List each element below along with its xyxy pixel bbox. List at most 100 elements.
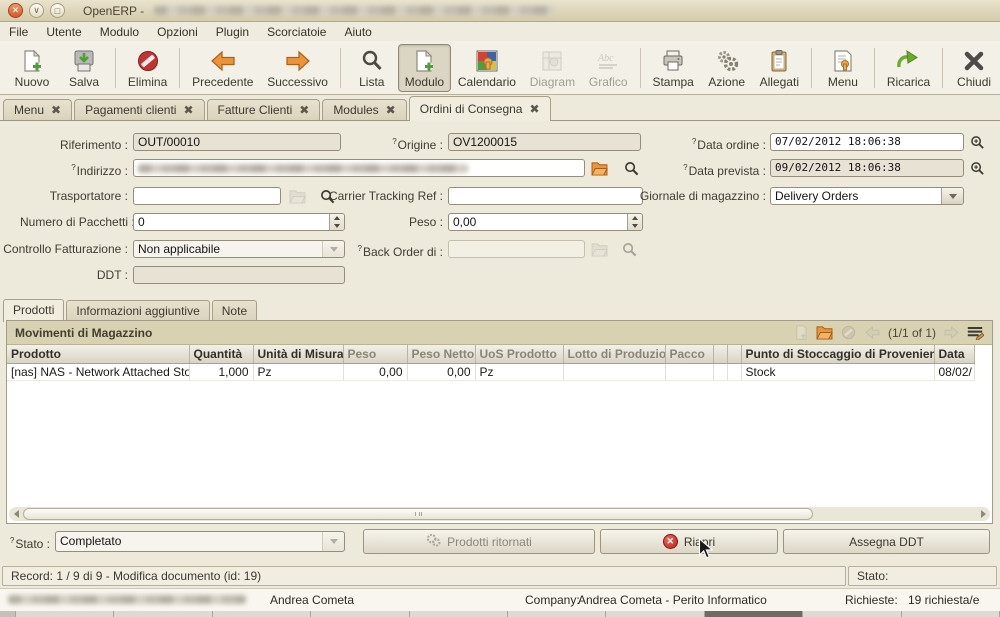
open-record-icon[interactable]: [816, 325, 834, 341]
column-header[interactable]: Quantità: [189, 345, 253, 364]
toolbar-button-chiudi[interactable]: Chiudi: [948, 44, 1000, 92]
tab-close-icon[interactable]: ✖: [299, 104, 309, 116]
indirizzo-field[interactable]: [133, 159, 585, 177]
column-header[interactable]: Punto di Stoccaggio di Provenienza: [741, 345, 934, 364]
toolbar-button-elimina[interactable]: Elimina: [121, 44, 174, 92]
scroll-right-icon[interactable]: [976, 510, 990, 518]
switch-view-icon[interactable]: [966, 325, 984, 341]
toolbar-button-nuovo[interactable]: Nuovo: [6, 44, 58, 92]
taskbar-item[interactable]: [16, 611, 114, 617]
new-record-icon: [792, 325, 810, 341]
toolbar-separator: [811, 48, 812, 88]
toolbar-button-allegati[interactable]: Allegati: [753, 44, 806, 92]
controllo-fatturazione-label: Controllo Fatturazione :: [0, 240, 128, 258]
prodotti-ritornati-button[interactable]: Prodotti ritornati: [363, 529, 595, 554]
toolbar-button-menu[interactable]: Menu: [817, 44, 869, 92]
tab-close-icon[interactable]: ✖: [51, 104, 61, 116]
taskbar-item[interactable]: [114, 611, 212, 617]
column-header[interactable]: Pacco: [665, 345, 713, 364]
taskbar-item-active[interactable]: [705, 611, 803, 617]
toolbar-button-stampa[interactable]: Stampa: [646, 44, 701, 92]
toolbar-button-salva[interactable]: Salva: [58, 44, 110, 92]
menu-plugin[interactable]: Plugin: [207, 23, 258, 41]
delete-icon: [136, 47, 160, 73]
gears-icon: [715, 47, 739, 73]
peso-stepper[interactable]: 0,00: [448, 213, 643, 231]
taskbar-item[interactable]: [213, 611, 311, 617]
window-close-icon[interactable]: ✕: [8, 3, 23, 18]
taskbar-item[interactable]: [0, 611, 16, 617]
tab-close-icon[interactable]: ✖: [183, 104, 193, 116]
column-header[interactable]: Unità di Misura: [253, 345, 343, 364]
taskbar-item[interactable]: [311, 611, 409, 617]
column-header[interactable]: UoS Prodotto: [475, 345, 563, 364]
menu-file[interactable]: File: [0, 23, 37, 41]
tab-fatture-clienti[interactable]: Fatture Clienti ✖: [207, 99, 321, 120]
column-header[interactable]: Peso: [343, 345, 407, 364]
menu-utente[interactable]: Utente: [37, 23, 90, 41]
toolbar-button-calendario[interactable]: Calendario: [451, 44, 523, 92]
toolbar-label: Azione: [708, 75, 745, 89]
tab-ordini-di-consegna[interactable]: Ordini di Consegna ✖: [409, 96, 551, 121]
toolbar-label: Menu: [828, 75, 858, 89]
tab-prodotti[interactable]: Prodotti: [3, 299, 64, 322]
carrier-tracking-ref-field[interactable]: [448, 187, 643, 205]
column-header[interactable]: Data: [934, 345, 974, 364]
tab-menu[interactable]: Menu ✖: [3, 99, 72, 120]
tab-note[interactable]: Note: [212, 300, 257, 321]
tab-close-icon[interactable]: ✖: [386, 104, 396, 116]
requests-count[interactable]: 19 richiesta/e: [908, 593, 979, 607]
toolbar-label: Stampa: [652, 75, 693, 89]
button-label: Prodotti ritornati: [447, 535, 532, 549]
taskbar-item[interactable]: [902, 611, 1000, 617]
tab-informazioni-aggiuntive[interactable]: Informazioni aggiuntive: [66, 300, 209, 321]
controllo-fatturazione-combobox: Non applicabile: [133, 240, 345, 258]
scrollbar-thumb[interactable]: [23, 508, 813, 520]
giornale-combobox[interactable]: Delivery Orders: [770, 187, 964, 205]
menu-modulo[interactable]: Modulo: [91, 23, 148, 41]
taskbar-item[interactable]: [606, 611, 704, 617]
scroll-left-icon[interactable]: [9, 510, 23, 518]
toolbar-button-azione[interactable]: Azione: [701, 44, 753, 92]
taskbar-item[interactable]: [410, 611, 508, 617]
toolbar-button-ricarica[interactable]: Ricarica: [880, 44, 937, 92]
toolbar-label: Allegati: [760, 75, 799, 89]
tab-label: Pagamenti clienti: [85, 103, 176, 117]
zoom-date-icon[interactable]: [968, 160, 986, 176]
assegna-ddt-button[interactable]: Assegna DDT: [783, 529, 990, 554]
toolbar-button-successivo[interactable]: Successivo: [260, 44, 334, 92]
menu-opzioni[interactable]: Opzioni: [148, 23, 207, 41]
zoom-date-icon[interactable]: [968, 134, 986, 150]
tab-modules[interactable]: Modules ✖: [322, 99, 406, 120]
list-controls: (1/1 of 1): [792, 325, 984, 341]
column-header[interactable]: Peso Netto: [407, 345, 475, 364]
search-partner-icon[interactable]: [622, 160, 640, 176]
riapri-button[interactable]: ✕ Riapri: [600, 529, 778, 554]
window-maximize-icon[interactable]: □: [50, 3, 65, 18]
menu-scorciatoie[interactable]: Scorciatoie: [258, 23, 335, 41]
data-ordine-field[interactable]: 07/02/2012 18:06:38: [770, 133, 964, 151]
table-row[interactable]: [nas] NAS - Network Attached Storage 1,0…: [7, 364, 974, 381]
open-partner-icon[interactable]: [590, 160, 608, 176]
trasportatore-field[interactable]: [133, 187, 281, 205]
toolbar-button-modulo[interactable]: Modulo: [398, 44, 451, 92]
column-header[interactable]: Lotto di Produzione: [563, 345, 665, 364]
menu-aiuto[interactable]: Aiuto: [335, 23, 380, 41]
tab-close-icon[interactable]: ✖: [529, 103, 539, 115]
column-header[interactable]: [713, 345, 727, 364]
chevron-down-icon[interactable]: [941, 188, 963, 204]
tab-pagamenti-clienti[interactable]: Pagamenti clienti ✖: [74, 99, 204, 120]
spinner-arrows-icon[interactable]: [627, 214, 642, 230]
stock-moves-panel: Movimenti di Magazzino (1/1 of 1): [6, 320, 993, 524]
column-header[interactable]: Prodotto: [7, 345, 189, 364]
numero-pacchetti-stepper[interactable]: 0: [133, 213, 345, 231]
taskbar-item[interactable]: [803, 611, 901, 617]
toolbar-button-lista[interactable]: Lista: [346, 44, 398, 92]
column-header[interactable]: [727, 345, 741, 364]
taskbar-item[interactable]: [508, 611, 606, 617]
horizontal-scrollbar[interactable]: [9, 507, 990, 521]
titlebar: ✕ ∨ □ OpenERP -: [0, 0, 1000, 22]
window-minimize-icon[interactable]: ∨: [29, 3, 44, 18]
open-carrier-icon: [288, 188, 306, 204]
toolbar-button-precedente[interactable]: Precedente: [185, 44, 260, 92]
